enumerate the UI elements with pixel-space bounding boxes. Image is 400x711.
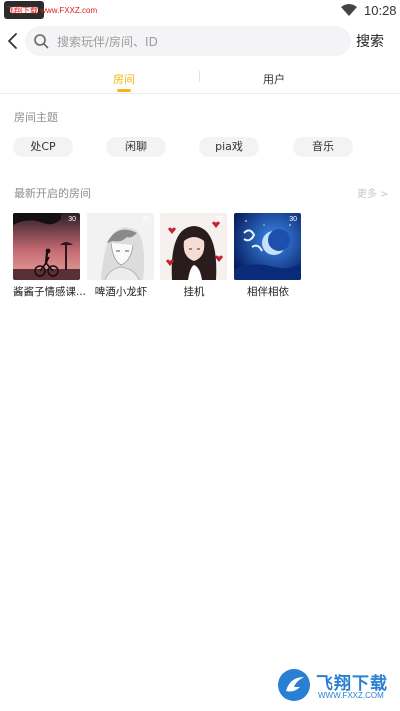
tab-bar: 房间 用户 — [0, 64, 400, 94]
listener-count: 30 — [142, 216, 150, 223]
watermark-text: 飞翔下载 www.FXXZ.com — [6, 6, 98, 15]
recent-rooms-title: 最新开启的房间 — [14, 187, 91, 200]
room-thumbnail: 30 — [234, 213, 301, 280]
topic-chip-music[interactable]: 音乐 — [293, 137, 353, 157]
room-name: 啤酒小龙虾 — [94, 286, 148, 298]
more-link[interactable]: 更多 > — [357, 185, 389, 200]
search-box[interactable] — [25, 26, 351, 56]
room-name: 酱酱子情感课... — [13, 286, 87, 298]
wifi-icon — [341, 4, 357, 16]
search-button[interactable]: 搜索 — [356, 31, 384, 51]
search-page: 飞翔下载 www.FXXZ.com 10:28 搜索 房间 用户 房间主题 处C… — [0, 0, 400, 711]
search-input[interactable] — [55, 30, 339, 54]
topic-chip-chat[interactable]: 闲聊 — [106, 137, 166, 157]
tab-rooms[interactable]: 房间 — [84, 71, 164, 87]
active-tab-indicator — [117, 89, 131, 92]
room-name: 相伴相依 — [247, 286, 289, 298]
tab-divider — [199, 71, 200, 82]
cyclist-silhouette-icon — [13, 213, 80, 280]
status-bar: 飞翔下载 www.FXXZ.com 10:28 — [0, 0, 400, 22]
status-time: 10:28 — [364, 3, 397, 18]
listener-count: 30 — [289, 216, 297, 223]
room-card[interactable]: 30 挂机 — [160, 213, 228, 299]
topic-chip-cp[interactable]: 处CP — [13, 137, 73, 157]
blue-moon-night-icon — [234, 213, 301, 280]
topics-title: 房间主题 — [14, 111, 58, 124]
search-icon — [34, 34, 49, 49]
watermark-badge: 飞翔下载 WWW.FXXZ.COM — [276, 667, 394, 703]
watermark-logo-icon — [278, 669, 310, 701]
tab-users[interactable]: 用户 — [234, 71, 314, 87]
room-thumbnail: 30 — [87, 213, 154, 280]
listener-count: 30 — [68, 216, 76, 223]
room-card[interactable]: 30 相伴相依 — [234, 213, 302, 299]
anime-boy-sketch-icon — [87, 213, 154, 280]
search-row: 搜索 — [0, 24, 400, 60]
room-card[interactable]: 30 啤酒小龙虾 — [87, 213, 155, 299]
room-thumbnail: 30 — [13, 213, 80, 280]
anime-girl-hearts-icon — [160, 213, 227, 280]
back-arrow-icon[interactable] — [5, 32, 21, 50]
room-name: 挂机 — [183, 286, 205, 298]
watermark-url: WWW.FXXZ.COM — [318, 691, 384, 700]
topic-chip-pia[interactable]: pia戏 — [199, 137, 259, 157]
listener-count: 30 — [215, 216, 223, 223]
room-card[interactable]: 30 酱酱子情感课... — [13, 213, 87, 299]
room-thumbnail: 30 — [160, 213, 227, 280]
